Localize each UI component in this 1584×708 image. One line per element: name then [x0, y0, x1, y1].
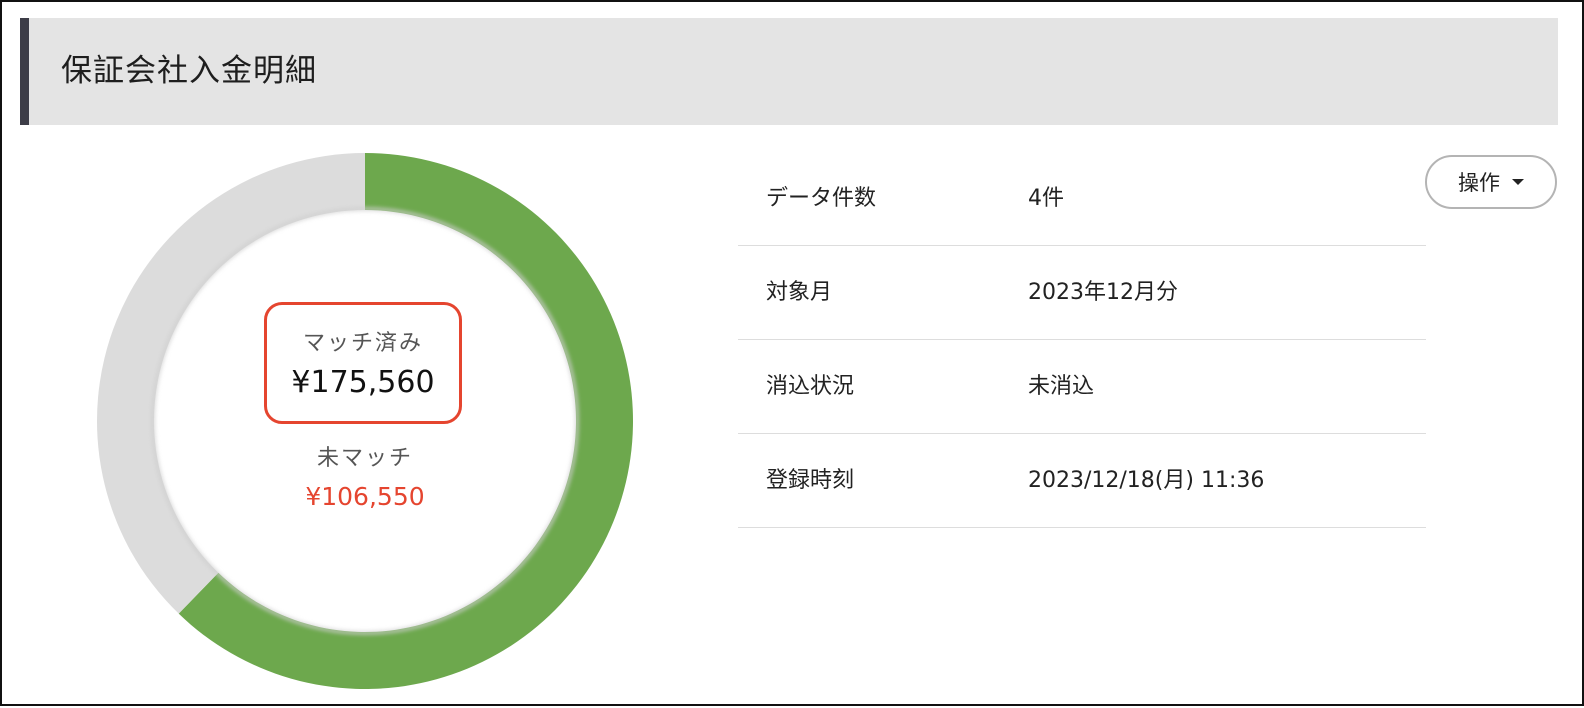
info-label: 消込状況 [766, 374, 855, 399]
info-row-target-month: 対象月 2023年12月分 [738, 246, 1426, 340]
info-label: 登録時刻 [766, 468, 855, 493]
caret-down-icon [1512, 179, 1524, 185]
info-value: 2023/12/18(月) 11:36 [1028, 468, 1265, 493]
info-row-status: 消込状況 未消込 [738, 340, 1426, 434]
info-label: データ件数 [766, 186, 877, 211]
matched-highlight-box: マッチ済み ¥175,560 [264, 302, 462, 424]
info-value: 未消込 [1028, 374, 1095, 399]
info-row-count: データ件数 4件 [738, 152, 1426, 246]
page-title: 保証会社入金明細 [61, 53, 317, 89]
matched-amount: ¥175,560 [291, 365, 435, 400]
actions-dropdown-button[interactable]: 操作 [1425, 155, 1557, 209]
info-row-registered-at: 登録時刻 2023/12/18(月) 11:36 [738, 434, 1426, 528]
info-label: 対象月 [766, 280, 833, 305]
section-header: 保証会社入金明細 [20, 18, 1558, 125]
page-frame: 保証会社入金明細 マッチ済み ¥175,560 未マッチ ¥106,550 デー… [0, 0, 1584, 706]
matched-label: マッチ済み [302, 331, 423, 356]
unmatched-amount: ¥106,550 [305, 482, 425, 511]
donut-chart: マッチ済み ¥175,560 未マッチ ¥106,550 [96, 152, 634, 690]
info-table: データ件数 4件 対象月 2023年12月分 消込状況 未消込 登録時刻 202… [738, 152, 1426, 528]
actions-label: 操作 [1458, 171, 1500, 195]
info-value: 4件 [1028, 186, 1064, 211]
info-value: 2023年12月分 [1028, 280, 1178, 305]
unmatched-label: 未マッチ [316, 446, 413, 471]
